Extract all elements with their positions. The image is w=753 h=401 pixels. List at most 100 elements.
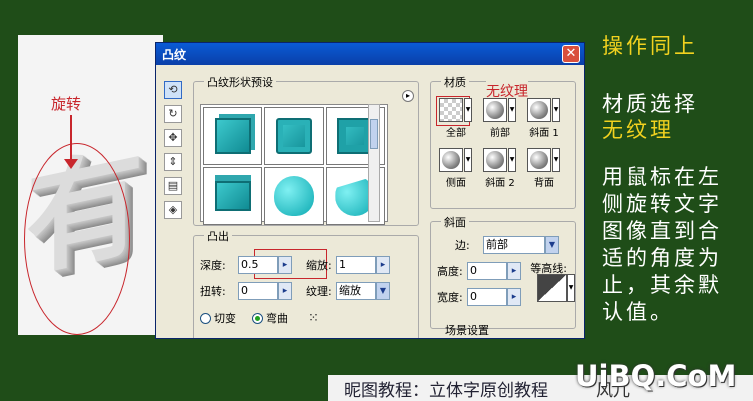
bevel-cube-preset-icon xyxy=(275,118,312,154)
cube-tool-icon[interactable]: ◈ xyxy=(164,201,182,219)
preset-tile[interactable] xyxy=(264,107,324,165)
presets-label: 凸纹形状预设 xyxy=(204,74,276,90)
height-input[interactable]: 0 xyxy=(467,262,507,280)
twist-label: 扭转: xyxy=(200,285,226,298)
material-group: 材质 无纹理 ▼ 全部 ▼ 前部 ▼ 斜面 1 ▼ 侧面 ▼ 斜面 2 ▼ 背面 xyxy=(430,74,576,209)
material-label: 材质 xyxy=(441,74,469,90)
height-spin-icon[interactable]: ▸ xyxy=(507,262,521,280)
extrude-dialog: 凸纹 ✕ ⟲ ↻ ✥ ⇕ ▤ ◈ 凸纹形状预设 ▸ 凸出 深度: 0.5 ▸ 缩… xyxy=(155,42,585,339)
instruction-description: 用鼠标在左侧旋转文字图像直到合适的角度为止，其余默认值。 xyxy=(602,165,722,324)
material-bevel2[interactable]: ▼ 斜面 2 xyxy=(483,148,516,190)
tall-cube-preset-icon xyxy=(214,181,251,211)
sphere-swatch-icon xyxy=(527,98,551,122)
move-tool-icon[interactable]: ✥ xyxy=(164,129,182,147)
no-texture-swatch-icon xyxy=(439,98,463,122)
twist-spin-icon[interactable]: ▸ xyxy=(278,282,292,300)
depth-row: 深度: 0.5 ▸ xyxy=(200,256,292,274)
material-bevel2-label: 斜面 2 xyxy=(485,178,515,189)
bend-radio[interactable] xyxy=(252,312,263,324)
preset-scrollbar[interactable] xyxy=(368,104,380,222)
rotate-ellipse-annotation xyxy=(24,143,130,335)
texture-label: 纹理: xyxy=(306,285,332,298)
side-dropdown-icon[interactable]: ▼ xyxy=(545,236,559,254)
preset-menu-icon[interactable]: ▸ xyxy=(402,90,414,102)
material-dropdown-icon[interactable]: ▼ xyxy=(552,98,560,122)
bevel-group: 斜面 边: 前部 ▼ 高度: 0 ▸ 等高线: 宽度: 0 ▸ ▼ 场景设置 xyxy=(430,214,576,337)
preset-tile[interactable] xyxy=(264,167,324,225)
sphere-swatch-icon xyxy=(439,148,463,172)
instruction-no-texture: 无纹理 xyxy=(602,118,674,142)
side-select[interactable]: 前部 xyxy=(483,236,545,254)
presets-group: 凸纹形状预设 ▸ xyxy=(193,74,419,226)
material-dropdown-icon[interactable]: ▼ xyxy=(464,148,472,172)
bend-label: 弯曲 xyxy=(266,312,288,325)
contour-curve-swatch[interactable] xyxy=(537,274,567,302)
footer-text: 昵图教程：立体字原创教程 xyxy=(344,380,548,401)
scale-tool-icon[interactable]: ▤ xyxy=(164,177,182,195)
texture-row: 纹理: 缩放 ▼ xyxy=(306,282,390,300)
scale-row: 缩放: 1 ▸ xyxy=(306,256,390,274)
scale-input[interactable]: 1 xyxy=(336,256,376,274)
material-all[interactable]: ▼ 全部 xyxy=(439,98,472,140)
material-dropdown-icon[interactable]: ▼ xyxy=(464,98,472,122)
material-bevel1[interactable]: ▼ 斜面 1 xyxy=(527,98,560,140)
height-label: 高度: xyxy=(437,265,463,278)
sphere-preset-icon xyxy=(273,176,314,216)
width-input[interactable]: 0 xyxy=(467,288,507,306)
scale-spin-icon[interactable]: ▸ xyxy=(376,256,390,274)
mode-row: 切变 弯曲 ⁙ xyxy=(200,310,319,326)
material-side-label: 侧面 xyxy=(446,178,466,189)
cube-preset-icon xyxy=(214,118,251,154)
preset-tile[interactable] xyxy=(203,107,263,165)
sphere-swatch-icon xyxy=(527,148,551,172)
orbit-tool-icon[interactable]: ↻ xyxy=(164,105,182,123)
side-label: 边: xyxy=(455,239,470,252)
material-dropdown-icon[interactable]: ▼ xyxy=(508,98,516,122)
scene-settings-label: 场景设置 xyxy=(445,324,489,337)
material-front[interactable]: ▼ 前部 xyxy=(483,98,516,140)
extrude-label: 凸出 xyxy=(204,228,232,244)
depth-label: 深度: xyxy=(200,259,226,272)
rotate-tool-icon[interactable]: ⟲ xyxy=(164,81,182,99)
material-bevel1-label: 斜面 1 xyxy=(529,128,559,139)
taper-radio[interactable] xyxy=(200,312,211,324)
width-label: 宽度: xyxy=(437,291,463,304)
twist-row: 扭转: 0 ▸ xyxy=(200,282,292,300)
material-back[interactable]: ▼ 背面 xyxy=(527,148,560,190)
material-side[interactable]: ▼ 侧面 xyxy=(439,148,472,190)
close-button[interactable]: ✕ xyxy=(562,45,580,63)
bevel-label: 斜面 xyxy=(441,214,469,230)
contour-dropdown-icon[interactable]: ▼ xyxy=(567,274,575,302)
site-watermark: UiBQ.CoM xyxy=(575,359,737,393)
grid-icon[interactable]: ⁙ xyxy=(308,311,319,326)
material-dropdown-icon[interactable]: ▼ xyxy=(552,148,560,172)
canvas-preview[interactable]: ▐ 有 旋转 xyxy=(18,35,163,335)
height-row: 高度: 0 ▸ xyxy=(437,262,521,280)
sphere-swatch-icon xyxy=(483,148,507,172)
width-spin-icon[interactable]: ▸ xyxy=(507,288,521,306)
instruction-title: 操作同上 xyxy=(602,34,698,58)
texture-select[interactable]: 缩放 xyxy=(336,282,376,300)
dialog-title: 凸纹 xyxy=(162,47,187,62)
twist-input[interactable]: 0 xyxy=(238,282,278,300)
dialog-toolbar: ⟲ ↻ ✥ ⇕ ▤ ◈ xyxy=(164,81,186,225)
rotate-arrowhead-icon xyxy=(64,159,78,169)
material-all-label: 全部 xyxy=(446,128,466,139)
side-row: 边: 前部 ▼ xyxy=(455,236,559,254)
sphere-swatch-icon xyxy=(483,98,507,122)
scale-label: 缩放: xyxy=(306,259,332,272)
dialog-titlebar[interactable]: 凸纹 xyxy=(156,43,584,65)
preset-grid xyxy=(200,104,388,225)
rotate-arrow-line xyxy=(70,115,72,163)
preset-scroll-thumb[interactable] xyxy=(370,119,378,149)
width-row: 宽度: 0 ▸ xyxy=(437,288,521,306)
extrude-group: 凸出 深度: 0.5 ▸ 缩放: 1 ▸ 扭转: 0 ▸ 纹理: 缩放 ▼ 切变… xyxy=(193,228,419,338)
material-dropdown-icon[interactable]: ▼ xyxy=(508,148,516,172)
texture-dropdown-icon[interactable]: ▼ xyxy=(376,282,390,300)
pan-tool-icon[interactable]: ⇕ xyxy=(164,153,182,171)
material-front-label: 前部 xyxy=(490,128,510,139)
depth-input[interactable]: 0.5 xyxy=(238,256,278,274)
material-back-label: 背面 xyxy=(534,178,554,189)
depth-spin-icon[interactable]: ▸ xyxy=(278,256,292,274)
preset-tile[interactable] xyxy=(203,167,263,225)
